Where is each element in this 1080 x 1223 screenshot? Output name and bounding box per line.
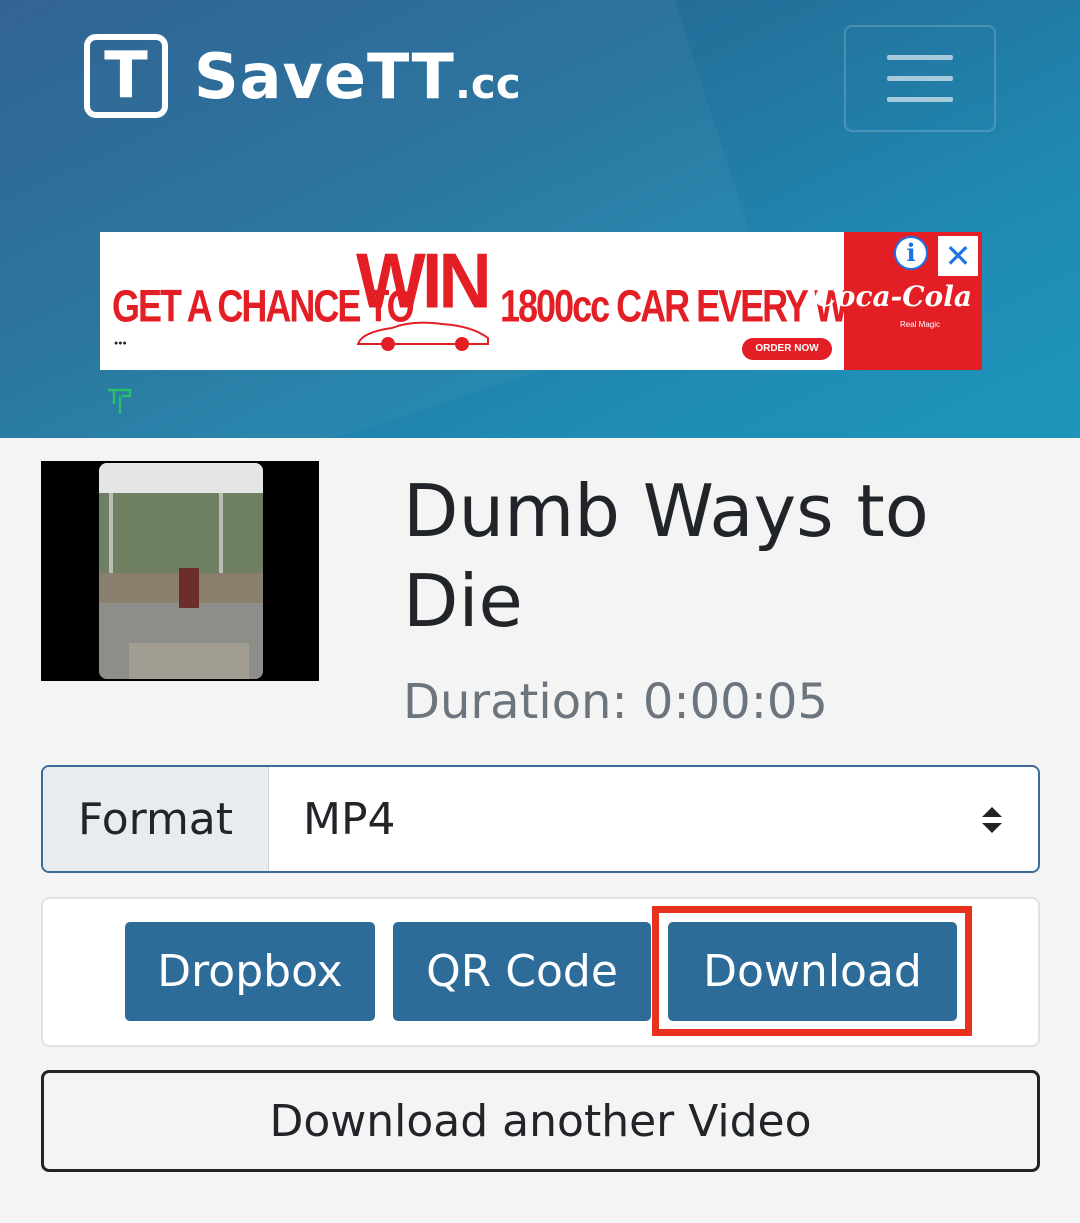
dropbox-button[interactable]: Dropbox xyxy=(125,922,375,1021)
video-duration: Duration: 0:00:05 xyxy=(403,674,828,730)
download-highlight-box xyxy=(652,906,972,1036)
logo-icon: T xyxy=(84,34,168,118)
menu-icon-bar xyxy=(887,97,953,102)
site-name-main: SaveTT xyxy=(194,39,455,113)
site-header: T SaveTT.cc xyxy=(0,0,1080,438)
format-label: Format xyxy=(43,767,269,871)
select-arrows-icon xyxy=(982,807,1002,833)
car-icon xyxy=(356,321,489,351)
site-name-tld: .cc xyxy=(454,58,521,108)
close-icon[interactable]: ✕ xyxy=(938,236,978,276)
menu-icon-bar xyxy=(887,55,953,60)
site-logo[interactable]: T SaveTT.cc xyxy=(84,34,521,118)
video-thumbnail xyxy=(41,461,319,681)
ad-advertiser-tagline: Real Magic xyxy=(899,320,940,329)
format-select-group[interactable]: Format MP4 xyxy=(41,765,1040,873)
ad-cta[interactable]: ORDER NOW xyxy=(742,338,832,360)
ad-provider-icon xyxy=(108,388,132,414)
ad-win-text: WIN xyxy=(356,236,492,325)
hamburger-menu-button[interactable] xyxy=(844,25,996,132)
qr-code-button[interactable]: QR Code xyxy=(393,922,651,1021)
ad-advertiser: Coca-Cola xyxy=(814,280,972,313)
info-icon[interactable]: i xyxy=(894,236,928,270)
download-another-video-button[interactable]: Download another Video xyxy=(41,1070,1040,1172)
logo-letter: T xyxy=(104,39,148,113)
site-name: SaveTT.cc xyxy=(194,40,521,113)
menu-icon-bar xyxy=(887,76,953,81)
video-thumbnail-image xyxy=(99,463,263,679)
format-selected-value: MP4 xyxy=(303,793,396,845)
ad-sponsor-logos: ●●● xyxy=(114,340,127,347)
porch-scene-icon xyxy=(99,463,263,679)
ad-banner[interactable]: GET A CHANCE TO WIN 1800cc CAR EVERY WEE… xyxy=(100,232,982,370)
format-select[interactable]: MP4 xyxy=(269,767,1038,871)
video-title: Dumb Ways to Die xyxy=(403,469,929,643)
